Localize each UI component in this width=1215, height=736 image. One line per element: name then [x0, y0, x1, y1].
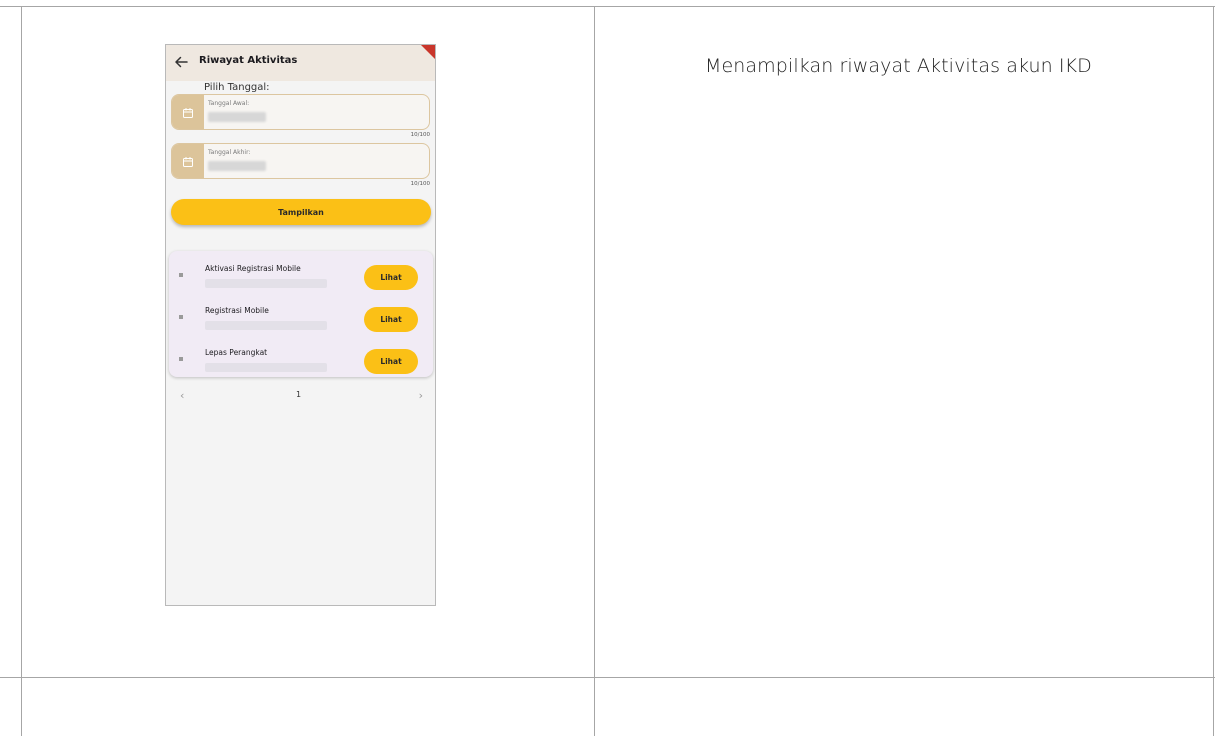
list-item: Aktivasi Registrasi Mobile Lihat [169, 259, 433, 290]
end-date-prefix [172, 144, 204, 178]
end-date-field[interactable]: Tanggal Akhir: [171, 143, 430, 179]
bullet-icon [179, 273, 183, 277]
list-item: Registrasi Mobile Lihat [169, 301, 433, 332]
view-button[interactable]: Lihat [364, 307, 418, 332]
pagination: ‹ 1 › [166, 387, 435, 407]
bullet-icon [179, 315, 183, 319]
description-text: Menampilkan riwayat Aktivitas akun IKD [705, 55, 1092, 77]
activity-title: Registrasi Mobile [205, 306, 269, 315]
chevron-right-icon[interactable]: › [419, 389, 423, 402]
table-border-right [1213, 6, 1214, 736]
calendar-icon [183, 108, 193, 118]
table-row-divider [0, 677, 1215, 678]
table-border-top [0, 6, 1215, 7]
calendar-icon [183, 157, 193, 167]
debug-corner-flag [421, 45, 435, 59]
table-border-left [21, 6, 22, 736]
activity-date-redacted [205, 321, 327, 330]
activity-title: Lepas Perangkat [205, 348, 268, 357]
activity-date-redacted [205, 279, 327, 288]
table-column-divider [594, 6, 595, 736]
activity-date-redacted [205, 363, 327, 372]
pick-date-label: Pilih Tanggal: [204, 82, 270, 93]
end-date-label: Tanggal Akhir: [208, 149, 251, 156]
page-number[interactable]: 1 [296, 390, 301, 399]
start-date-counter: 10/100 [410, 132, 430, 138]
page-title: Riwayat Aktivitas [199, 55, 298, 66]
app-bar: Riwayat Aktivitas [166, 45, 435, 81]
activity-title: Aktivasi Registrasi Mobile [205, 264, 301, 273]
view-button[interactable]: Lihat [364, 265, 418, 290]
phone-screenshot: Riwayat Aktivitas Pilih Tanggal: Tanggal… [165, 44, 436, 606]
end-date-value-redacted [208, 161, 266, 171]
show-button[interactable]: Tampilkan [171, 199, 431, 225]
activity-list: Aktivasi Registrasi Mobile Lihat Registr… [169, 251, 433, 377]
start-date-field[interactable]: Tanggal Awal: [171, 94, 430, 130]
start-date-label: Tanggal Awal: [208, 100, 250, 107]
start-date-value-redacted [208, 112, 266, 122]
arrow-left-icon[interactable] [173, 54, 189, 70]
bullet-icon [179, 357, 183, 361]
chevron-left-icon[interactable]: ‹ [180, 389, 184, 402]
list-item: Lepas Perangkat Lihat [169, 343, 433, 374]
end-date-counter: 10/100 [410, 181, 430, 187]
start-date-prefix [172, 95, 204, 129]
view-button[interactable]: Lihat [364, 349, 418, 374]
